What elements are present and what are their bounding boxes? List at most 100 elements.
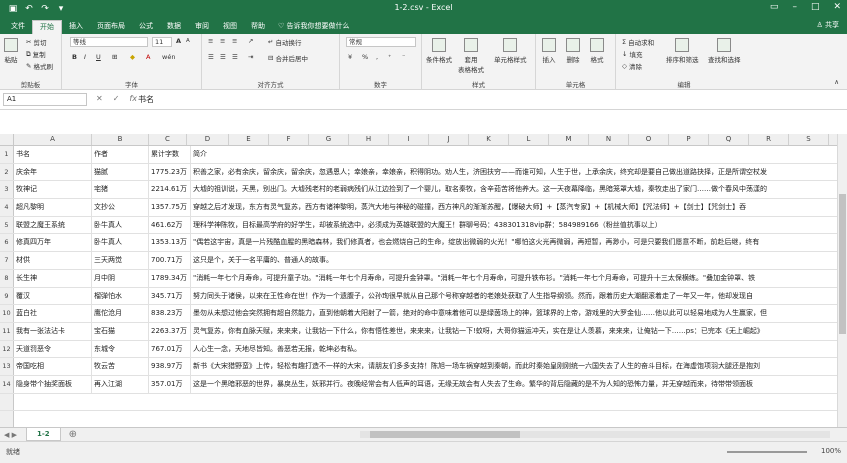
conditional-format-button[interactable]: 条件格式 (426, 38, 452, 64)
cell-c[interactable]: 345.71万 (149, 287, 191, 305)
cell-a[interactable]: 修真四万年 (14, 234, 92, 252)
cell-a[interactable]: 庆余年 (14, 163, 92, 181)
row-header[interactable]: 3 (0, 181, 14, 199)
cell-c[interactable]: 2214.61万 (149, 181, 191, 199)
cell-d[interactable]: 积善之家，必有余庆，留余庆，留余庆，忽遇恩人；幸娘亲，幸娘亲，积得阴功。劝人生，… (191, 163, 847, 181)
horizontal-scrollbar[interactable] (360, 431, 830, 438)
cell-c[interactable]: 1775.23万 (149, 163, 191, 181)
row-header[interactable]: 10 (0, 305, 14, 322)
cell-b[interactable]: 猫腻 (92, 163, 149, 181)
delete-cells-button[interactable]: 删除 (566, 38, 580, 64)
autosum-button[interactable]: Σ 自动求和 (622, 37, 654, 47)
row-header[interactable]: 5 (0, 216, 14, 234)
name-box[interactable]: A1 (3, 93, 87, 106)
cell-d[interactable]: "偶若这宇宙，真是一片残酷血腥的黑暗森林，我们修真者，也会燃烧自己的生命，绽放出… (191, 234, 847, 252)
cell-a[interactable]: 超凡黎明 (14, 199, 92, 216)
row-header[interactable]: 8 (0, 269, 14, 287)
copy-button[interactable]: ⧉ 复制 (26, 49, 46, 60)
cell-a[interactable]: 联盟之魔王系统 (14, 216, 92, 234)
tab-data[interactable]: 数据 (160, 20, 188, 34)
format-cells-button[interactable]: 格式 (590, 38, 604, 64)
cell-a[interactable]: 覆汉 (14, 287, 92, 305)
orientation-icon[interactable]: ↗ (248, 37, 253, 45)
column-header-l[interactable]: L (509, 134, 549, 145)
row-header[interactable]: 11 (0, 322, 14, 340)
cell-a[interactable]: 帝国吃相 (14, 358, 92, 375)
comma-button[interactable]: , (376, 53, 378, 61)
zoom-slider[interactable] (727, 451, 807, 453)
cell-b[interactable]: 榴弹怕水 (92, 287, 149, 305)
font-name-select[interactable]: 等线 (70, 37, 148, 47)
sheet-nav-arrows[interactable]: ◀ ▶ (0, 431, 26, 439)
row-header[interactable]: 9 (0, 287, 14, 305)
cell-b[interactable]: 三天两觉 (92, 252, 149, 269)
align-bottom-icon[interactable]: ≡ (232, 37, 237, 45)
row-header[interactable] (0, 393, 14, 411)
vertical-scrollbar[interactable] (837, 134, 847, 427)
column-header-f[interactable]: F (269, 134, 309, 145)
select-all-corner[interactable] (0, 134, 14, 145)
cell-d[interactable]: 理科学神陈牧，目标最高学府的好学生，却被系统选中，必须成为英雄联盟的大魔王！群聊… (191, 216, 847, 234)
underline-button[interactable]: U (96, 53, 101, 61)
cell-a[interactable]: 蓝白社 (14, 305, 92, 322)
column-header-h[interactable]: H (349, 134, 389, 145)
cell-d[interactable]: "消耗一年七个月寿命，可提升童子功。"消耗一年七个月寿命，可提升金钟罩。"消耗一… (191, 269, 847, 287)
tab-view[interactable]: 视图 (216, 20, 244, 34)
column-header-a[interactable]: A (14, 134, 92, 145)
decrease-decimal-icon[interactable]: ⁻ (402, 53, 405, 61)
currency-icon[interactable]: ¥ (348, 53, 352, 61)
cell-d[interactable]: 努力同头于诸侯，以来在王性命在世！作为一个遗腹子，公孙珣很早就从自己那个号称穿越… (191, 287, 847, 305)
tab-review[interactable]: 审阅 (188, 20, 216, 34)
row-header[interactable]: 4 (0, 199, 14, 216)
cell-c[interactable]: 700.71万 (149, 252, 191, 269)
cell-b[interactable]: 再入江湖 (92, 375, 149, 393)
cell-c[interactable]: 2263.37万 (149, 322, 191, 340)
enter-icon[interactable]: ✓ (113, 94, 120, 103)
zoom-level[interactable]: 100% (821, 447, 841, 455)
add-sheet-icon[interactable]: ⊕ (69, 429, 77, 440)
share-button[interactable]: ♙ 共享 (816, 20, 839, 30)
column-header-e[interactable]: E (229, 134, 269, 145)
cell-a[interactable]: 我有一张法沾卡 (14, 322, 92, 340)
increase-decimal-icon[interactable]: ⁺ (388, 53, 391, 61)
row-header[interactable]: 13 (0, 358, 14, 375)
cell-b[interactable]: 牧云苦 (92, 358, 149, 375)
column-header-i[interactable]: I (389, 134, 429, 145)
row-header[interactable]: 7 (0, 252, 14, 269)
cell-c[interactable]: 累计字数 (149, 146, 191, 163)
spreadsheet-grid[interactable]: ABCDEFGHIJKLMNOPQRSTU 1书名作者累计字数简介2庆余年猫腻1… (0, 134, 847, 427)
find-select-button[interactable]: 查找和选择 (708, 38, 741, 64)
column-header-k[interactable]: K (469, 134, 509, 145)
grow-font-button[interactable]: A (176, 37, 181, 45)
column-header-s[interactable]: S (789, 134, 829, 145)
hscroll-thumb[interactable] (370, 431, 520, 438)
align-left-icon[interactable]: ☰ (208, 53, 214, 61)
cell-b[interactable]: 文抄公 (92, 199, 149, 216)
tab-help[interactable]: 帮助 (244, 20, 272, 34)
cell-b[interactable]: 卧牛真人 (92, 234, 149, 252)
cell-c[interactable]: 1357.75万 (149, 199, 191, 216)
row-header[interactable]: 2 (0, 163, 14, 181)
italic-button[interactable]: I (84, 53, 86, 61)
row-header[interactable]: 12 (0, 340, 14, 358)
paste-button[interactable]: 粘贴 (4, 38, 18, 64)
cell-a[interactable]: 书名 (14, 146, 92, 163)
shrink-font-button[interactable]: A (186, 38, 190, 44)
column-header-r[interactable]: R (749, 134, 789, 145)
cell-d[interactable]: 灵气复苏，你有血脉天赋，来来来，让我钻一下什么，你有悟性差世，来来来，让我钻一下… (191, 322, 847, 340)
cell-d[interactable]: 新书《大宋猎野蛮》上传，轻松有趣打造不一样的大宋，请朋友们多多支持！陈旭一场车祸… (191, 358, 847, 375)
cell-d[interactable]: 大墟的祖训说，天黑，别出门。大墟残老村的老弱病残们从江边捡到了一个婴儿，取名秦牧… (191, 181, 847, 199)
cell-b[interactable]: 宅猪 (92, 181, 149, 199)
clear-button[interactable]: ◇ 清除 (622, 61, 642, 71)
align-center-icon[interactable]: ☰ (220, 53, 226, 61)
cell-b[interactable]: 宝石猫 (92, 322, 149, 340)
phonetic-button[interactable]: wén (162, 53, 175, 61)
align-right-icon[interactable]: ☰ (232, 53, 238, 61)
tab-file[interactable]: 文件 (4, 20, 32, 34)
column-header-n[interactable]: N (589, 134, 629, 145)
font-size-select[interactable]: 11 (152, 37, 172, 47)
tab-home[interactable]: 开始 (32, 20, 62, 34)
wrap-text-button[interactable]: ↵ 自动换行 (268, 37, 301, 47)
number-format-select[interactable]: 常规 (346, 37, 416, 47)
tab-formulas[interactable]: 公式 (132, 20, 160, 34)
